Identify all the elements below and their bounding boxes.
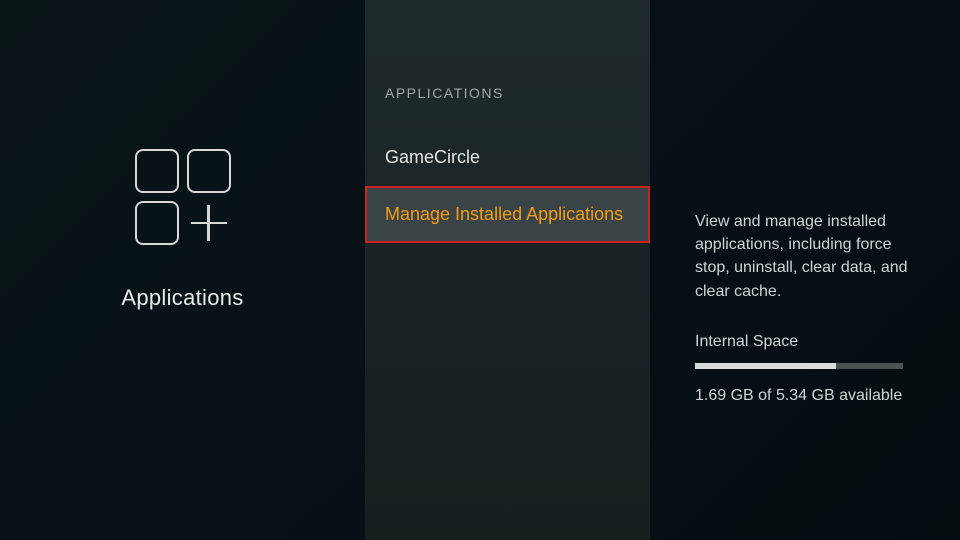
storage-fill (695, 363, 836, 369)
plus-icon (187, 201, 231, 245)
menu-item-gamecircle[interactable]: GameCircle (365, 129, 650, 186)
left-pane: Applications (0, 0, 365, 540)
storage-bar (695, 363, 903, 369)
page-title: Applications (121, 285, 243, 311)
description-text: View and manage installed applications, … (695, 210, 912, 303)
app-square-icon (135, 149, 179, 193)
storage-available-text: 1.69 GB of 5.34 GB available (695, 387, 912, 405)
menu-item-manage-installed-applications[interactable]: Manage Installed Applications (365, 186, 650, 243)
detail-pane: View and manage installed applications, … (650, 0, 960, 540)
app-square-icon (187, 149, 231, 193)
menu-item-label: GameCircle (385, 147, 480, 167)
section-header: APPLICATIONS (365, 85, 650, 129)
menu-pane: APPLICATIONS GameCircle Manage Installed… (365, 0, 650, 540)
menu-item-label: Manage Installed Applications (385, 204, 623, 224)
app-square-icon (135, 201, 179, 245)
applications-icon (135, 149, 231, 245)
storage-label: Internal Space (695, 333, 912, 351)
